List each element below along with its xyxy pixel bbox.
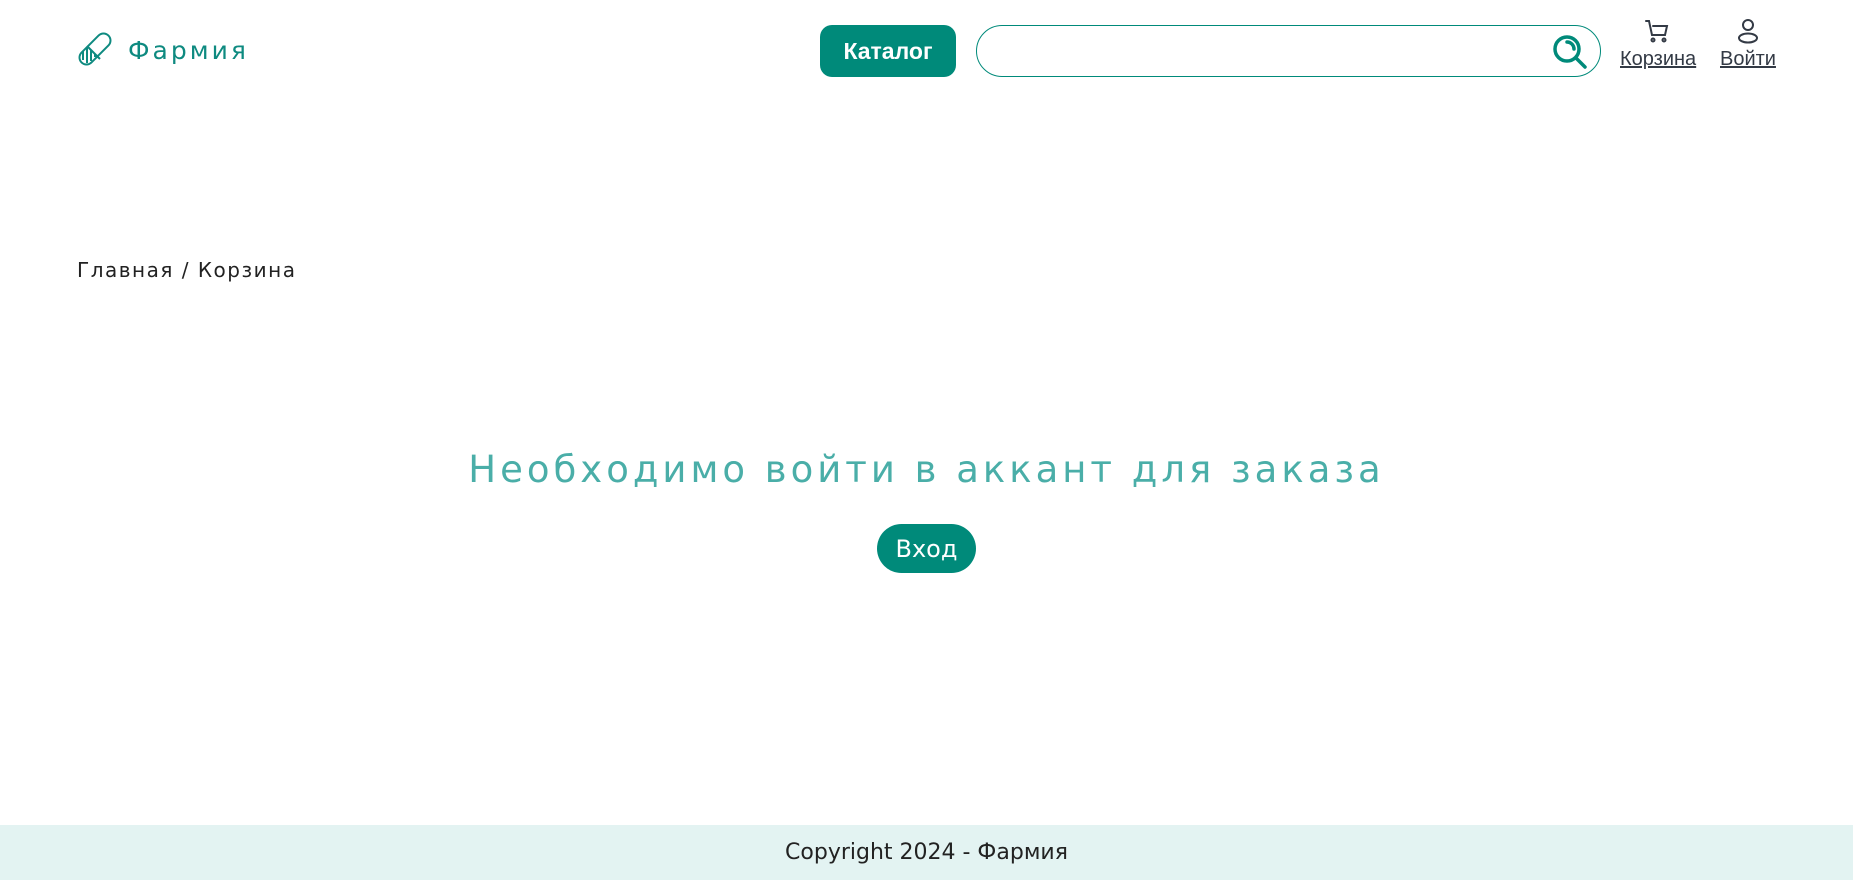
user-icon	[1737, 19, 1758, 44]
search-button[interactable]	[1552, 34, 1588, 70]
copyright: Copyright 2024 - Фармия	[785, 840, 1068, 865]
logo-text: Фармия	[128, 35, 249, 65]
login-label: Войти	[1720, 48, 1776, 70]
logo-link[interactable]: Фармия	[78, 32, 249, 68]
cart-icon	[1645, 20, 1669, 43]
footer: Copyright 2024 - Фармия	[0, 825, 1853, 880]
breadcrumb-separator: /	[181, 258, 190, 282]
search-input[interactable]	[993, 34, 1533, 68]
breadcrumb-current: Корзина	[197, 258, 297, 282]
login-required-message: Необходимо войти в аккант для заказа	[468, 448, 1385, 491]
breadcrumb-home[interactable]: Главная	[77, 258, 174, 282]
search-icon	[1553, 35, 1587, 69]
breadcrumb: Главная / Корзина	[77, 258, 296, 282]
search-bar	[976, 25, 1601, 77]
login-button[interactable]: Вход	[877, 524, 976, 573]
catalog-button[interactable]: Каталог	[820, 25, 956, 77]
login-link[interactable]: Войти	[1720, 18, 1776, 71]
cart-link[interactable]: Корзина	[1620, 18, 1696, 71]
cart-label: Корзина	[1620, 48, 1697, 70]
pill-icon	[78, 32, 112, 66]
